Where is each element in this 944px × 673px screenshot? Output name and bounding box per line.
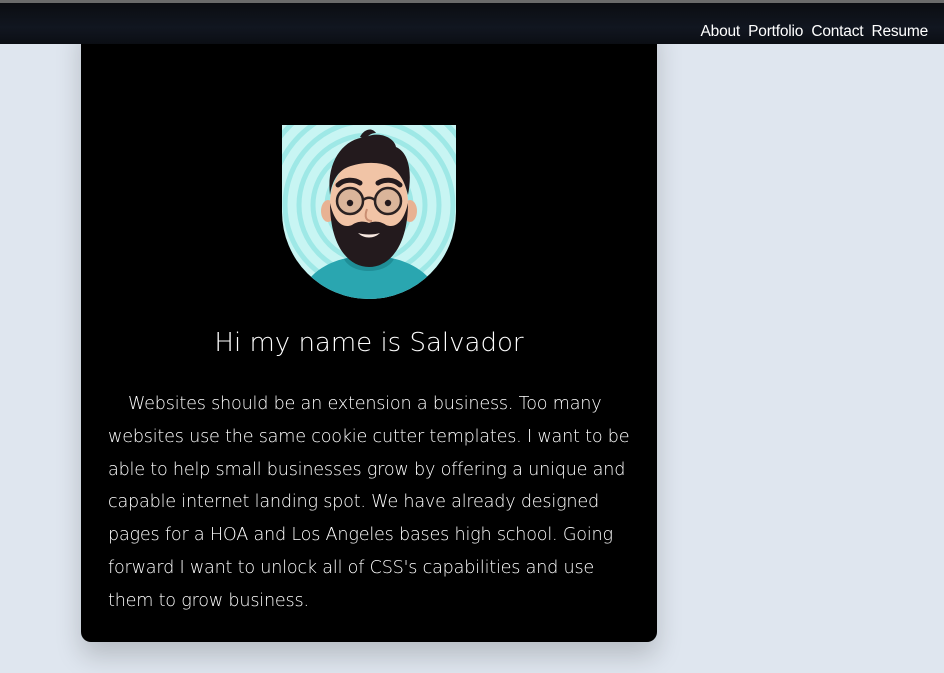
nav-link-portfolio[interactable]: Portfolio <box>748 23 803 40</box>
bio-paragraph: Websites should be an extension a busine… <box>108 394 630 611</box>
profile-card: Hi my name is Salvador Websites should b… <box>81 20 657 642</box>
nav-link-resume[interactable]: Resume <box>871 23 928 40</box>
page-title: Hi my name is Salvador <box>214 328 524 358</box>
nav-link-about[interactable]: About <box>701 23 741 40</box>
nav-link-contact[interactable]: Contact <box>811 23 863 40</box>
top-navigation-bar: About Portfolio Contact Resume <box>0 0 944 44</box>
main-nav: About Portfolio Contact Resume <box>697 23 929 41</box>
bearded-man-avatar-icon <box>282 125 456 299</box>
